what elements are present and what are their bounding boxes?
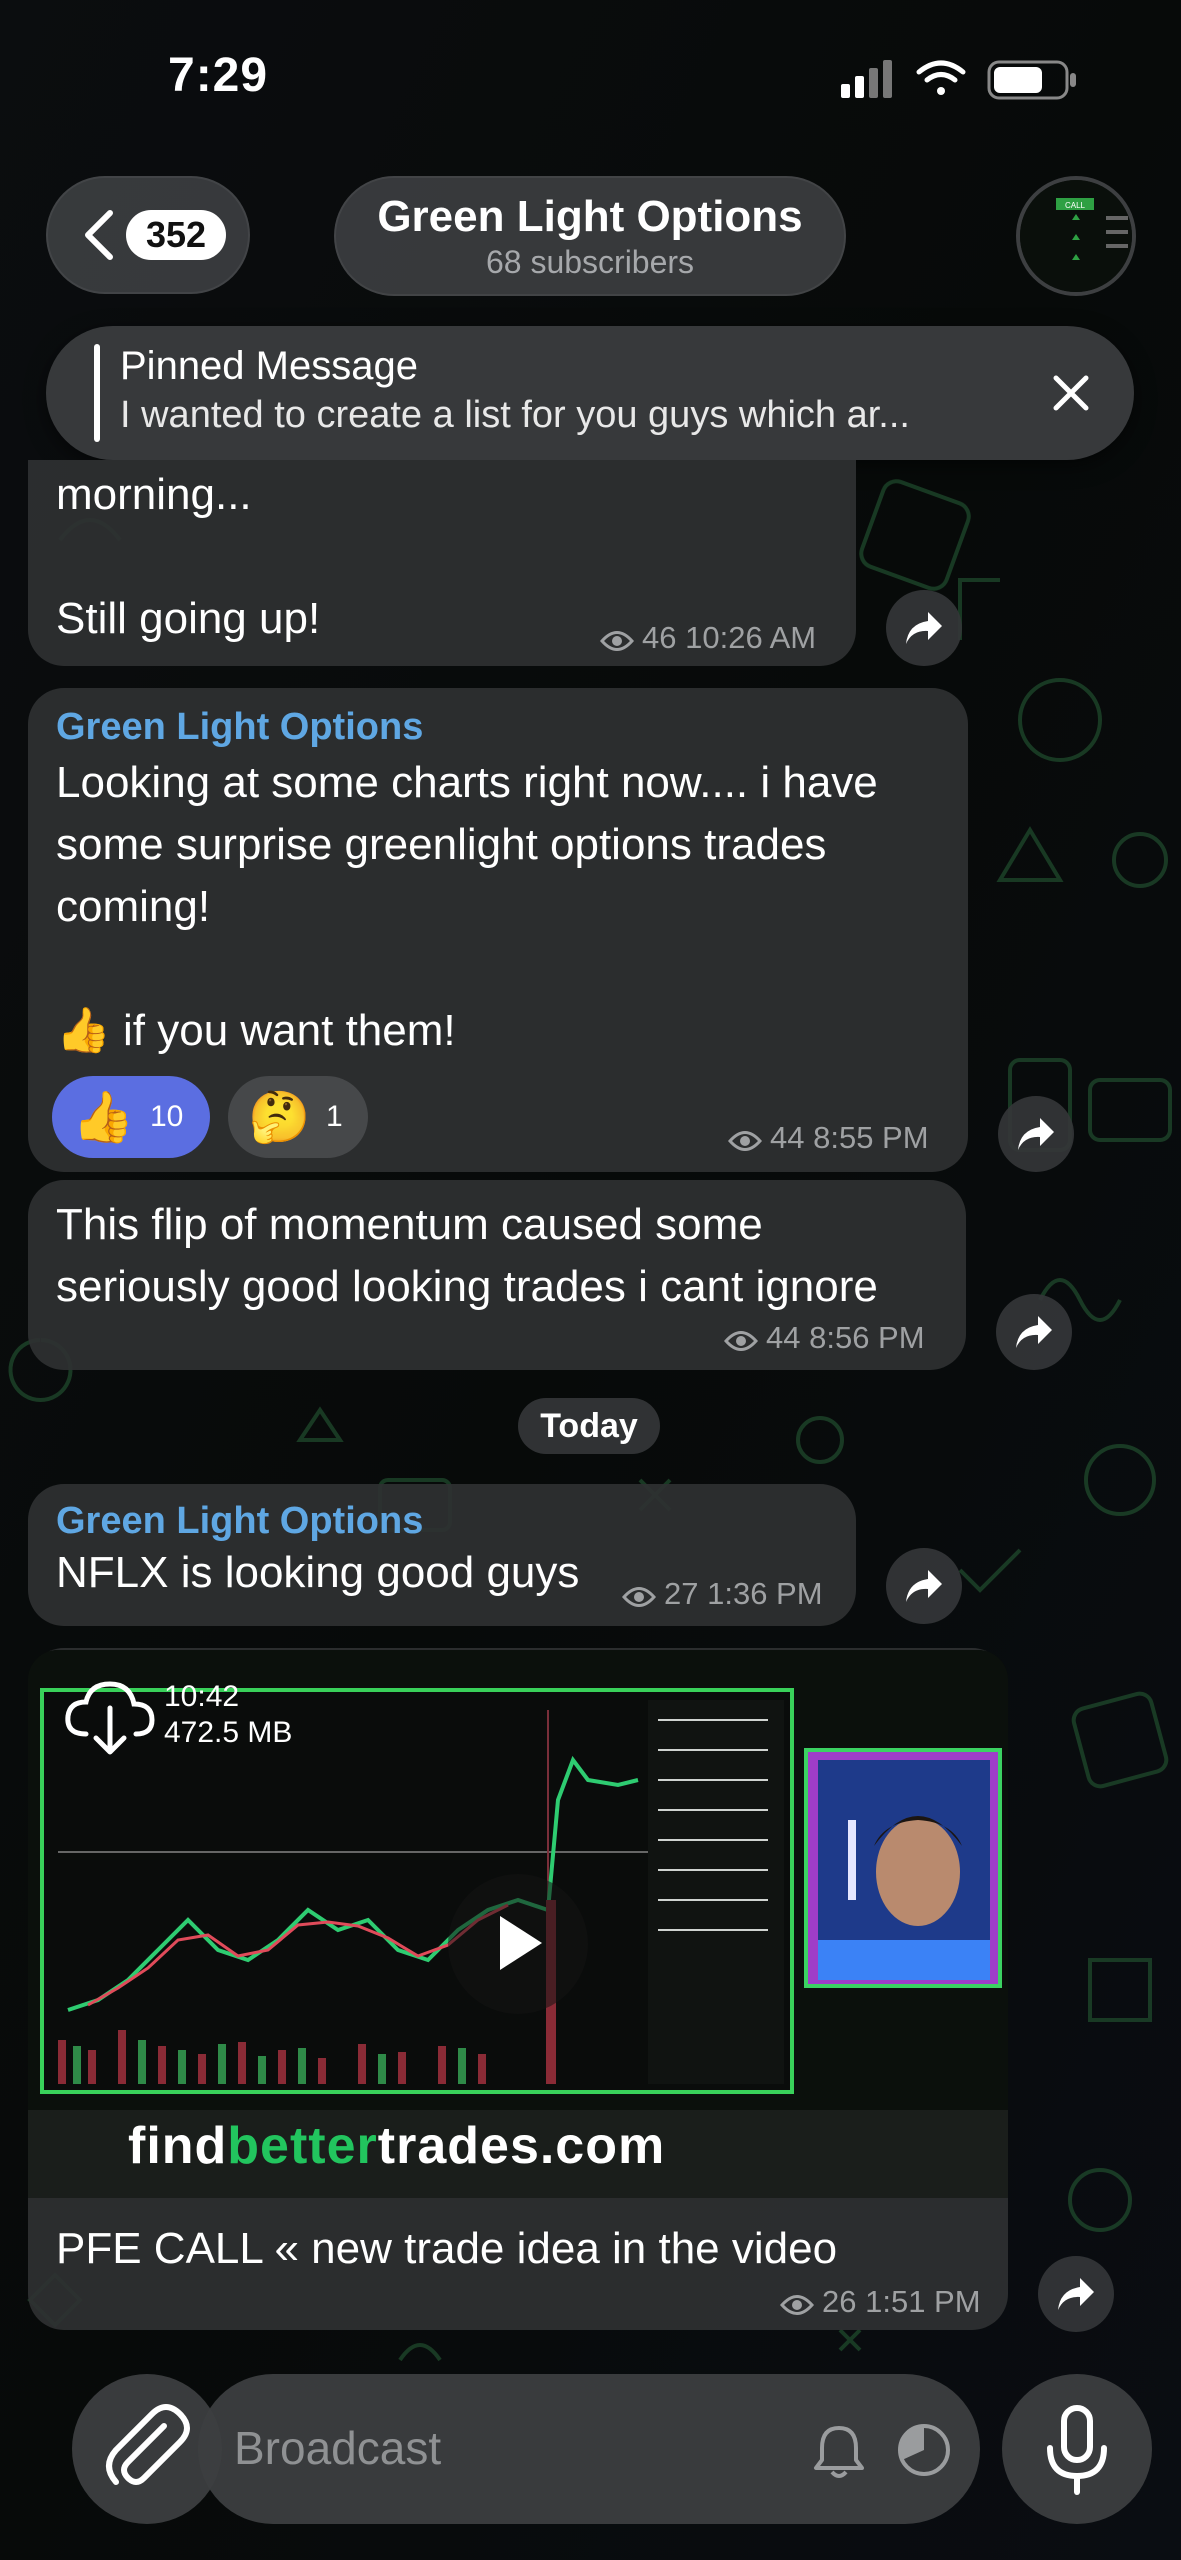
reaction-thinking[interactable]: 🤔 1 [228, 1076, 368, 1158]
back-button[interactable]: 352 [46, 176, 250, 294]
eye-icon [621, 1587, 657, 1607]
message-meta: 27 1:36 PM [621, 1576, 823, 1612]
battery-icon [987, 60, 1076, 100]
sender-name: Green Light Options [56, 706, 424, 748]
unread-count-badge: 352 [126, 210, 226, 260]
wifi-icon [916, 60, 966, 95]
message-text: Looking at some charts right now.... i h… [56, 758, 878, 1055]
message-bubble[interactable]: Green Light Options NFLX is looking good… [28, 1484, 856, 1626]
message-text: This flip of momentum caused some seriou… [56, 1200, 878, 1311]
message-text: PFE CALL « new trade idea in the video [56, 2224, 838, 2273]
reaction-count: 1 [326, 1100, 343, 1133]
pinned-message-bar[interactable]: Pinned Message I wanted to create a list… [46, 326, 1134, 460]
bell-icon[interactable] [812, 2422, 866, 2478]
share-button[interactable] [886, 590, 962, 666]
reaction-thumbs-up[interactable]: 👍 10 [52, 1076, 210, 1158]
video-duration: 10:42 [164, 1680, 240, 1713]
view-count: 26 [822, 2284, 857, 2319]
message-meta: 44 8:56 PM [723, 1320, 925, 1356]
message-time: 8:55 PM [813, 1120, 929, 1155]
message-time: 8:56 PM [809, 1320, 925, 1355]
eye-icon [779, 2295, 815, 2315]
message-time: 1:51 PM [865, 2284, 981, 2319]
message-time: 10:26 AM [685, 620, 817, 655]
message-time: 1:36 PM [707, 1576, 823, 1611]
share-button[interactable] [886, 1548, 962, 1624]
channel-avatar[interactable]: CALL [1016, 176, 1136, 296]
date-separator: Today [518, 1398, 660, 1454]
share-icon [906, 1570, 942, 1602]
channel-title-button[interactable]: Green Light Options 68 subscribers [334, 176, 846, 296]
pinned-indicator [94, 344, 100, 442]
message-meta: 26 1:51 PM [779, 2284, 981, 2320]
avatar-chart-image: CALL [1020, 180, 1132, 292]
play-button[interactable] [448, 1874, 588, 2014]
message-bubble[interactable]: morning... Still going up! 46 10:26 AM [28, 460, 856, 666]
sender-name: Green Light Options [56, 1500, 424, 1542]
channel-title: Green Light Options [377, 192, 803, 241]
play-icon [500, 1916, 542, 1970]
share-icon [1018, 1118, 1054, 1150]
view-count: 44 [766, 1320, 801, 1355]
paperclip-icon [106, 2404, 190, 2485]
broadcast-input[interactable] [232, 2412, 776, 2484]
eye-icon [723, 1331, 759, 1351]
share-button[interactable] [996, 1294, 1072, 1370]
message-composer[interactable] [198, 2374, 980, 2524]
share-button[interactable] [998, 1096, 1074, 1172]
status-icons [841, 60, 1076, 100]
download-icon[interactable] [60, 1674, 160, 1764]
status-bar: 7:29 [0, 0, 1181, 160]
view-count: 44 [770, 1120, 805, 1155]
message-meta: 44 8:55 PM [727, 1120, 929, 1156]
message-text: morning... Still going up! [56, 470, 321, 643]
share-icon [906, 612, 942, 644]
attach-button[interactable] [72, 2374, 222, 2524]
timer-icon[interactable] [896, 2422, 952, 2478]
message-meta: 46 10:26 AM [599, 620, 817, 656]
eye-icon [727, 1131, 763, 1151]
share-icon [1016, 1316, 1052, 1348]
close-icon[interactable] [1046, 368, 1096, 418]
reaction-count: 10 [150, 1100, 184, 1133]
microphone-icon [1047, 2405, 1107, 2495]
back-chevron-icon [85, 210, 113, 260]
svg-text:CALL: CALL [1065, 201, 1086, 210]
pinned-preview: I wanted to create a list for you guys w… [120, 394, 910, 436]
pinned-title: Pinned Message [120, 344, 418, 388]
message-text: NFLX is looking good guys [56, 1548, 580, 1597]
video-watermark: findbettertrades.com [128, 2117, 666, 2175]
message-bubble[interactable]: Green Light Options Looking at some char… [28, 688, 968, 1172]
status-time: 7:29 [168, 49, 269, 102]
video-size: 472.5 MB [164, 1716, 293, 1749]
cellular-signal-icon [841, 60, 892, 98]
view-count: 27 [664, 1576, 699, 1611]
message-bubble[interactable]: This flip of momentum caused some seriou… [28, 1180, 966, 1370]
share-button[interactable] [1038, 2256, 1114, 2332]
view-count: 46 [642, 620, 677, 655]
eye-icon [599, 631, 635, 651]
subscriber-count: 68 subscribers [485, 244, 695, 280]
share-icon [1058, 2278, 1094, 2310]
microphone-button[interactable] [1002, 2374, 1152, 2524]
